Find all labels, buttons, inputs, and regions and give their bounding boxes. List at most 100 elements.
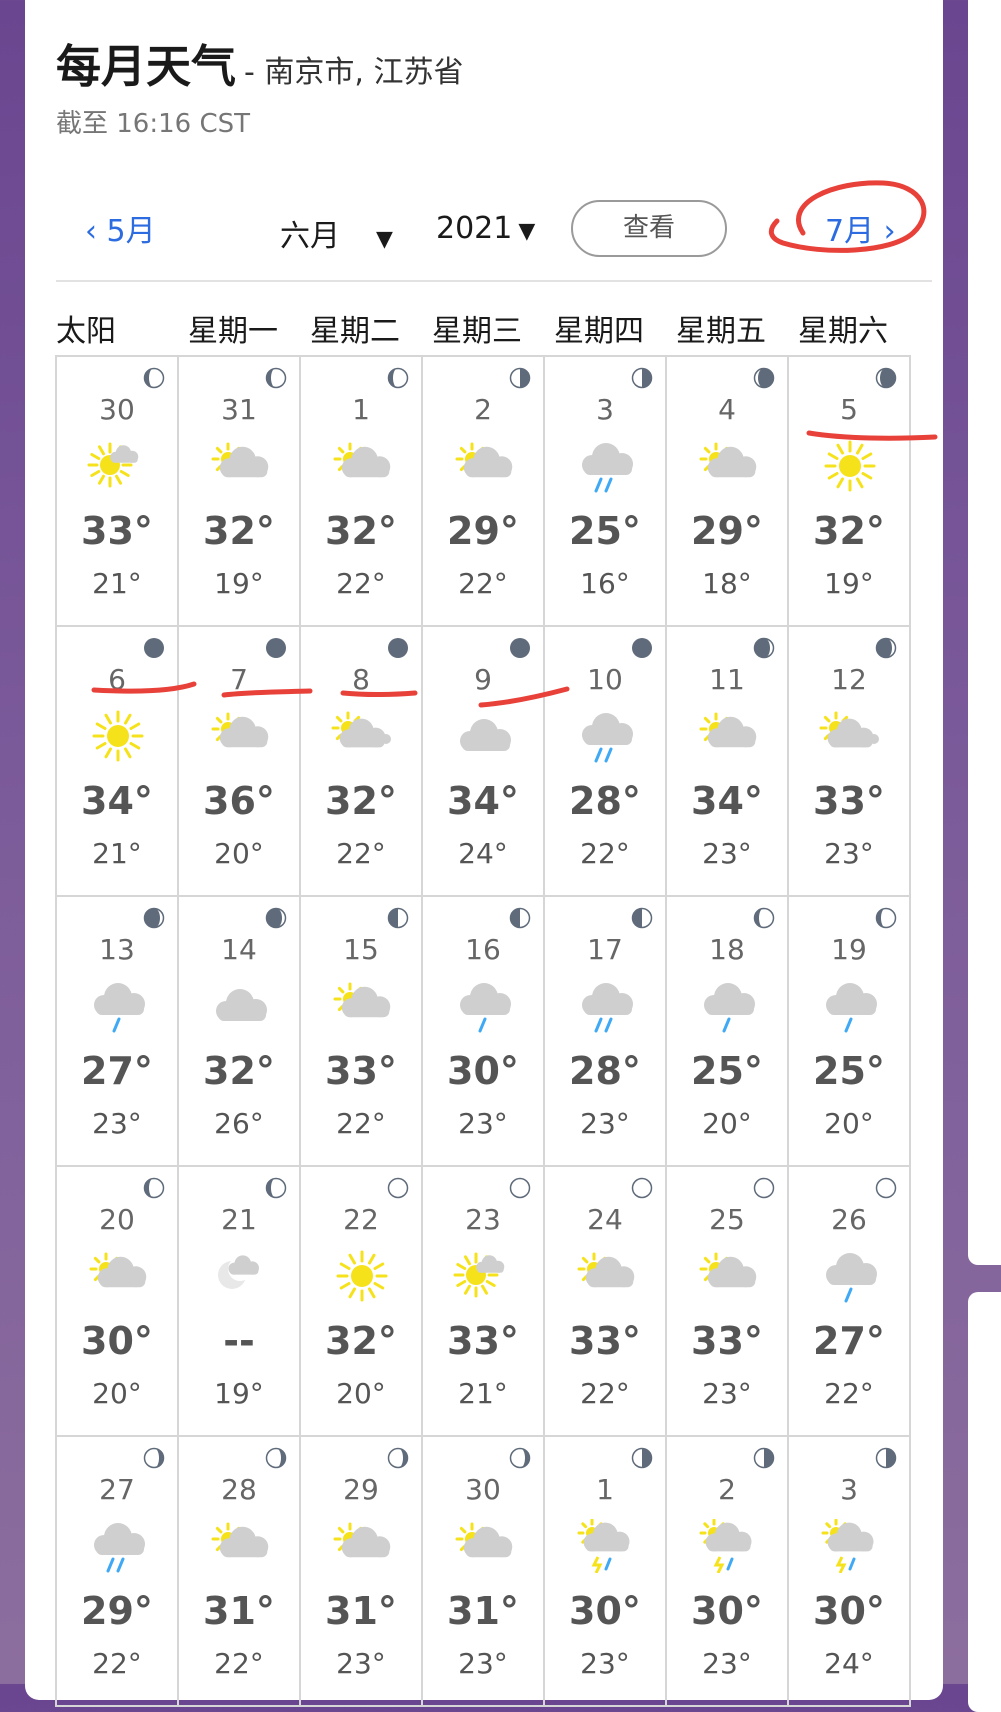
high-temp: 25° xyxy=(813,1049,885,1093)
day-number: 14 xyxy=(221,933,257,966)
day-cell[interactable]: 21 -- 19° xyxy=(179,1167,301,1437)
day-number: 1 xyxy=(352,393,370,426)
partly-cloudy-icon xyxy=(333,442,391,478)
partly-cloudy-icon xyxy=(89,1252,147,1288)
day-cell[interactable]: 9 34° 24° xyxy=(423,627,545,897)
day-cell[interactable]: 15 33° 22° xyxy=(301,897,423,1167)
title-main: 每月天气 xyxy=(56,40,237,93)
day-cell[interactable]: 1 30° 23° xyxy=(545,1437,667,1707)
day-cell[interactable]: 30 33° 21° xyxy=(57,357,179,627)
day-cell[interactable]: 3 30° 24° xyxy=(789,1437,911,1707)
moon-waxing-crescent-icon xyxy=(875,637,897,659)
high-temp: 28° xyxy=(569,779,641,823)
moon-waxing-gibbous-icon xyxy=(387,367,409,389)
moon-full-icon xyxy=(509,1177,531,1199)
day-cell[interactable]: 24 33° 22° xyxy=(545,1167,667,1437)
day-cell[interactable]: 2 30° 23° xyxy=(667,1437,789,1707)
day-cell[interactable]: 11 34° 23° xyxy=(667,627,789,897)
caret-down-icon: ▼ xyxy=(518,219,536,244)
day-number: 29 xyxy=(343,1473,379,1506)
high-temp: 30° xyxy=(447,1049,519,1093)
moon-full-icon xyxy=(631,1177,653,1199)
day-number: 17 xyxy=(587,933,623,966)
moon-last-quarter-icon xyxy=(875,1447,897,1469)
day-number: 19 xyxy=(831,933,867,966)
low-temp: 19° xyxy=(214,567,264,600)
moon-waxing-gibbous-icon xyxy=(143,1177,165,1199)
high-temp: 31° xyxy=(203,1589,275,1633)
day-cell[interactable]: 2 29° 22° xyxy=(423,357,545,627)
day-cell[interactable]: 29 31° 23° xyxy=(301,1437,423,1707)
weekday-header: 太阳 星期一 星期二 星期三 星期四 星期五 星期六 xyxy=(56,306,936,349)
day-cell[interactable]: 30 31° 23° xyxy=(423,1437,545,1707)
moon-waxing-crescent-icon xyxy=(265,907,287,929)
moon-first-quarter-icon xyxy=(509,907,531,929)
day-cell[interactable]: 23 33° 21° xyxy=(423,1167,545,1437)
high-temp: 32° xyxy=(203,509,275,553)
rain-cloud-icon xyxy=(582,713,633,763)
day-number: 7 xyxy=(230,663,248,696)
day-cell[interactable]: 27 29° 22° xyxy=(57,1437,179,1707)
day-cell[interactable]: 3 25° 16° xyxy=(545,357,667,627)
low-temp: 19° xyxy=(824,567,874,600)
high-temp: 30° xyxy=(691,1589,763,1633)
day-cell[interactable]: 7 36° 20° xyxy=(179,627,301,897)
moon-waxing-crescent-icon xyxy=(753,637,775,659)
day-cell[interactable]: 25 33° 23° xyxy=(667,1167,789,1437)
rain-cloud-icon xyxy=(94,1523,145,1573)
low-temp: 19° xyxy=(214,1377,264,1410)
view-button[interactable]: 查看 xyxy=(571,200,727,257)
low-temp: 20° xyxy=(92,1377,142,1410)
sunny-icon xyxy=(92,710,144,762)
low-temp: 23° xyxy=(824,837,874,870)
day-cell[interactable]: 14 32° 26° xyxy=(179,897,301,1167)
day-number: 9 xyxy=(474,663,492,696)
low-temp: 23° xyxy=(92,1107,142,1140)
day-cell[interactable]: 12 33° 23° xyxy=(789,627,911,897)
day-cell[interactable]: 1 32° 22° xyxy=(301,357,423,627)
day-cell[interactable]: 8 32° 22° xyxy=(301,627,423,897)
moon-waning-gibbous-icon xyxy=(387,1447,409,1469)
day-cell[interactable]: 13 27° 23° xyxy=(57,897,179,1167)
month-select-value: 六月 xyxy=(280,219,340,254)
day-cell[interactable]: 22 32° 20° xyxy=(301,1167,423,1437)
day-cell[interactable]: 4 29° 18° xyxy=(667,357,789,627)
title-location: - 南京市, 江苏省 xyxy=(244,55,464,90)
day-cell[interactable]: 19 25° 20° xyxy=(789,897,911,1167)
chevron-left-icon: ‹ xyxy=(85,214,97,249)
light-rain-cloud-icon xyxy=(826,1253,877,1303)
day-cell[interactable]: 17 28° 23° xyxy=(545,897,667,1167)
light-rain-cloud-icon xyxy=(94,983,145,1033)
moon-waxing-gibbous-icon xyxy=(143,367,165,389)
moon-waning-crescent-icon xyxy=(753,367,775,389)
moon-waxing-gibbous-icon xyxy=(753,907,775,929)
day-cell[interactable]: 6 34° 21° xyxy=(57,627,179,897)
day-cell[interactable]: 20 30° 20° xyxy=(57,1167,179,1437)
prev-month-label: 5月 xyxy=(106,214,156,249)
moon-waxing-crescent-icon xyxy=(143,907,165,929)
day-cell[interactable]: 26 27° 22° xyxy=(789,1167,911,1437)
day-cell[interactable]: 5 32° 19° xyxy=(789,357,911,627)
high-temp: 32° xyxy=(813,509,885,553)
day-cell[interactable]: 28 31° 22° xyxy=(179,1437,301,1707)
day-cell[interactable]: 16 30° 23° xyxy=(423,897,545,1167)
sunny-icon xyxy=(824,440,876,492)
moon-waning-gibbous-icon xyxy=(509,1447,531,1469)
day-cell[interactable]: 18 25° 20° xyxy=(667,897,789,1167)
day-number: 4 xyxy=(718,393,736,426)
moon-waning-gibbous-icon xyxy=(265,1447,287,1469)
low-temp: 18° xyxy=(702,567,752,600)
day-number: 18 xyxy=(709,933,745,966)
day-cell[interactable]: 10 28° 22° xyxy=(545,627,667,897)
page-title: 每月天气 - 南京市, 江苏省 xyxy=(56,30,463,95)
day-cell[interactable]: 31 32° 19° xyxy=(179,357,301,627)
moon-full-icon xyxy=(875,1177,897,1199)
month-select[interactable]: 六月 ▼ xyxy=(280,211,393,255)
day-number: 2 xyxy=(718,1473,736,1506)
prev-month-link[interactable]: ‹ 5月 xyxy=(85,206,156,250)
moon-waxing-gibbous-icon xyxy=(265,1177,287,1199)
next-month-link[interactable]: 7月 › xyxy=(825,206,896,250)
year-select[interactable]: 2021 ▼ xyxy=(436,211,535,246)
weekday-sat: 星期六 xyxy=(798,314,888,349)
low-temp: 26° xyxy=(214,1107,264,1140)
